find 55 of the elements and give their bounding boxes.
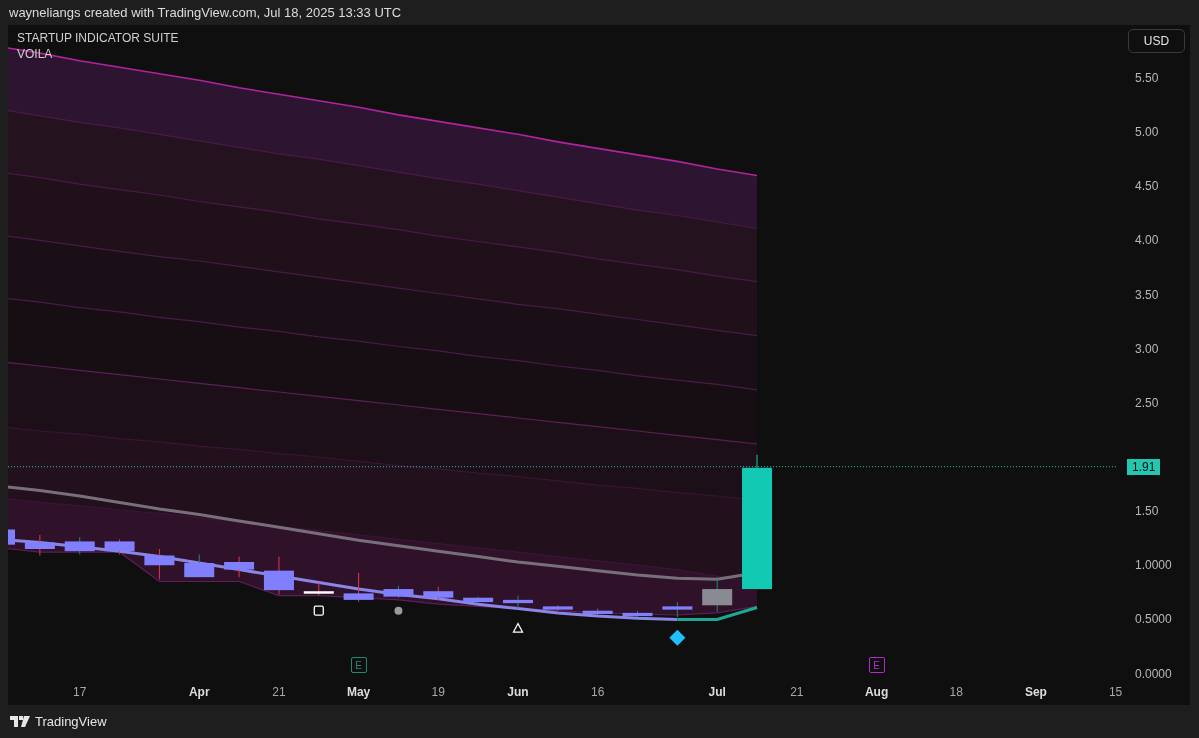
time-axis-label: 21	[272, 685, 286, 699]
price-axis-label: 3.00	[1135, 341, 1159, 356]
price-axis-label: 5.50	[1135, 71, 1159, 86]
currency-button[interactable]: USD	[1128, 29, 1185, 53]
candle	[184, 553, 215, 578]
square-marker	[313, 605, 324, 616]
candle	[64, 536, 95, 555]
time-axis-label: 17	[73, 685, 87, 699]
price-axis-label: 4.00	[1135, 233, 1159, 248]
candle	[303, 582, 334, 597]
candle	[144, 548, 175, 580]
candle	[343, 572, 374, 603]
candle	[104, 538, 135, 555]
candle	[542, 604, 573, 612]
time-axis-label: 21	[790, 685, 804, 699]
earnings-badge[interactable]: E	[350, 657, 367, 673]
candle	[263, 556, 294, 595]
candle	[224, 556, 255, 578]
time-axis-label: May	[346, 685, 371, 699]
chart-credit: wayneliangs created with TradingView.com, Jul 18, 2025 13:33 UTC	[8, 4, 403, 22]
time-axis-label: 19	[431, 685, 445, 699]
time-axis-label: 18	[949, 685, 963, 699]
candle	[622, 610, 653, 618]
circle-marker	[394, 606, 403, 615]
candle	[383, 585, 414, 599]
price-axis-label: 3.50	[1135, 287, 1159, 302]
candle	[662, 601, 693, 618]
triangle-marker	[512, 622, 524, 633]
time-axis-label: Aug	[864, 685, 889, 699]
time-axis-label: Apr	[188, 685, 210, 699]
time-axis-label: 16	[591, 685, 605, 699]
price-axis-label: 0.5000	[1135, 612, 1172, 627]
candle	[702, 576, 733, 613]
earnings-badge[interactable]: E	[868, 657, 885, 673]
price-axis-label: 1.0000	[1135, 558, 1172, 573]
brand-logo-icon	[10, 716, 30, 727]
time-axis-label: Sep	[1024, 685, 1047, 699]
indicator-title: STARTUP INDICATOR SUITE	[17, 32, 179, 45]
candle	[582, 608, 613, 616]
price-axis-label: 0.0000	[1135, 666, 1172, 681]
candle	[423, 586, 454, 601]
candle	[24, 534, 55, 556]
brand-name: TradingView	[35, 714, 107, 729]
candle	[463, 596, 494, 604]
candle	[503, 595, 533, 610]
last-price-badge: 1.91	[1127, 458, 1161, 475]
price-axis-label: 2.50	[1135, 395, 1159, 410]
candle	[8, 529, 16, 545]
time-axis-label: Jul	[708, 685, 726, 699]
time-axis-label: 15	[1108, 685, 1123, 699]
price-axis-label: 1.50	[1135, 504, 1159, 519]
price-axis-label: 5.00	[1135, 125, 1159, 140]
diamond-marker	[669, 629, 686, 646]
time-axis-label: Jun	[507, 685, 529, 699]
price-axis-label: 4.50	[1135, 179, 1159, 194]
